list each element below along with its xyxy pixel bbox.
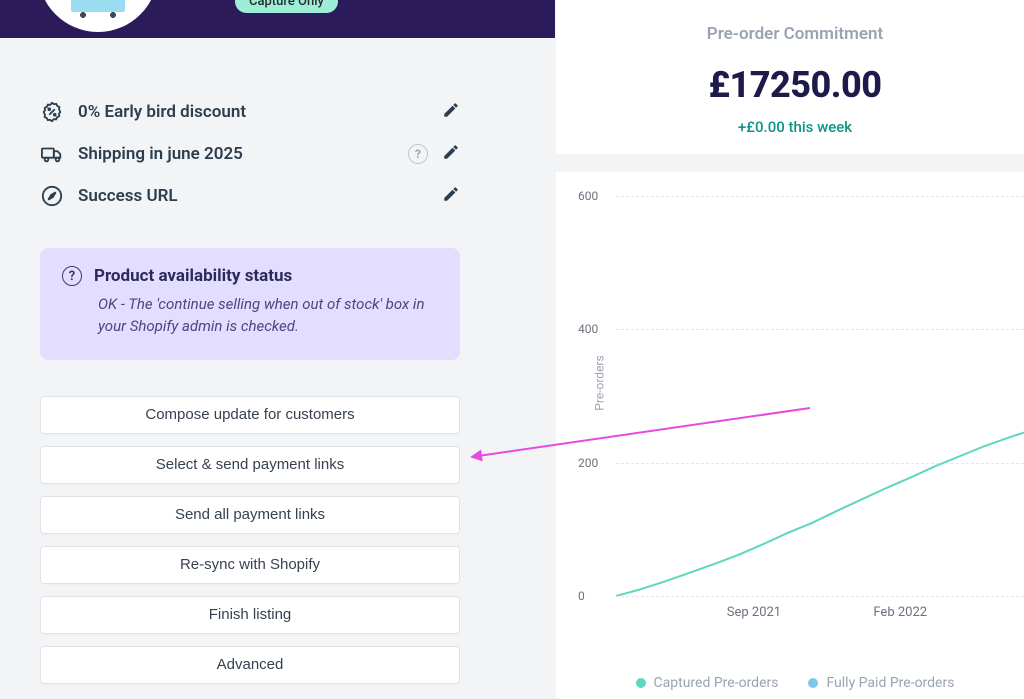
availability-status-card: ? Product availability status OK - The '… xyxy=(40,248,460,360)
luggage-illustration xyxy=(71,0,125,12)
setting-shipping: Shipping in june 2025 ? xyxy=(40,142,460,166)
edit-shipping-button[interactable] xyxy=(442,143,460,165)
advanced-button[interactable]: Advanced xyxy=(40,646,460,684)
legend-dot-fully-paid xyxy=(808,678,818,688)
commitment-delta: +£0.00 this week xyxy=(556,118,1024,136)
commitment-amount: £17250.00 xyxy=(556,64,1024,106)
setting-discount: 0% Early bird discount xyxy=(40,100,460,124)
send-all-links-button[interactable]: Send all payment links xyxy=(40,496,460,534)
y-tick-200: 200 xyxy=(578,456,598,470)
truck-icon xyxy=(40,142,64,166)
y-axis-label: Pre-orders xyxy=(593,355,607,410)
setting-success-url: Success URL xyxy=(40,184,460,208)
legend-captured: Captured Pre-orders xyxy=(636,675,779,691)
legend-captured-label: Captured Pre-orders xyxy=(654,675,779,691)
chart-svg xyxy=(616,196,1024,596)
chart-plot-area: Pre-orders 600 400 200 0 Sep 2021 Feb 20… xyxy=(616,196,1024,596)
preorders-chart-card: Pre-orders 600 400 200 0 Sep 2021 Feb 20… xyxy=(556,172,1024,699)
chart-legend: Captured Pre-orders Fully Paid Pre-order… xyxy=(556,675,1024,691)
right-panel: Pre-order Commitment £17250.00 +£0.00 th… xyxy=(556,0,1024,699)
shipping-help-icon[interactable]: ? xyxy=(408,144,428,164)
y-tick-400: 400 xyxy=(578,322,598,336)
legend-fully-paid: Fully Paid Pre-orders xyxy=(808,675,954,691)
legend-dot-captured xyxy=(636,678,646,688)
settings-panel: 0% Early bird discount Shipping in june … xyxy=(40,100,460,684)
x-tick-0: Sep 2021 xyxy=(727,605,781,620)
captured-series-line xyxy=(616,429,1024,596)
actions-panel: Compose update for customers Select & se… xyxy=(40,396,460,684)
gridline-0 xyxy=(616,596,1024,597)
edit-discount-button[interactable] xyxy=(442,101,460,123)
setting-success-url-label: Success URL xyxy=(78,186,428,206)
capture-only-badge: Capture Only xyxy=(235,0,338,13)
status-body: OK - The 'continue selling when out of s… xyxy=(98,294,438,338)
status-title: Product availability status xyxy=(94,266,292,286)
resync-shopify-button[interactable]: Re-sync with Shopify xyxy=(40,546,460,584)
x-tick-1: Feb 2022 xyxy=(873,605,927,620)
finish-listing-button[interactable]: Finish listing xyxy=(40,596,460,634)
y-tick-0: 0 xyxy=(578,589,585,603)
discount-icon xyxy=(40,100,64,124)
commitment-title: Pre-order Commitment xyxy=(556,24,1024,44)
edit-success-url-button[interactable] xyxy=(442,185,460,207)
compass-icon xyxy=(40,184,64,208)
commitment-card: Pre-order Commitment £17250.00 +£0.00 th… xyxy=(556,0,1024,154)
compose-update-button[interactable]: Compose update for customers xyxy=(40,396,460,434)
legend-fully-paid-label: Fully Paid Pre-orders xyxy=(826,675,954,691)
setting-discount-label: 0% Early bird discount xyxy=(78,102,428,122)
status-help-icon[interactable]: ? xyxy=(62,266,82,286)
setting-shipping-label: Shipping in june 2025 xyxy=(78,144,394,164)
y-tick-600: 600 xyxy=(578,189,598,203)
select-send-links-button[interactable]: Select & send payment links xyxy=(40,446,460,484)
